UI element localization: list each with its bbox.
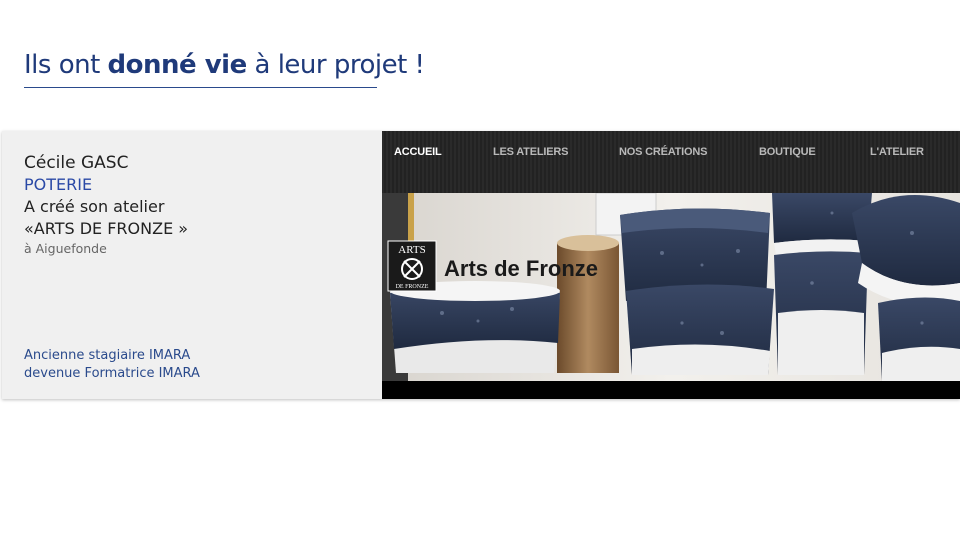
nav-ateliers[interactable]: LES ATELIERS: [493, 146, 568, 158]
website-screenshot: ACCUEIL LES ATELIERS NOS CRÉATIONS BOUTI…: [382, 131, 960, 399]
nav-boutique[interactable]: BOUTIQUE: [759, 146, 816, 158]
title-emphasis: donné vie: [107, 50, 248, 80]
website-footer-bar: [382, 381, 960, 399]
craft-label: POTERIE: [24, 175, 93, 194]
title-suffix: à leur projet !: [246, 50, 425, 80]
profile-info: Cécile GASC POTERIE A créé son atelier «…: [24, 152, 374, 257]
title-underline: [24, 87, 377, 88]
nav-latelier[interactable]: L'ATELIER: [870, 146, 924, 158]
brand-name: Arts de Fronze: [444, 256, 598, 281]
nav-accueil[interactable]: ACCUEIL: [394, 146, 442, 158]
history-line-1: Ancienne stagiaire IMARA: [24, 348, 191, 363]
page-title: Ils ont donné vie à leur projet !: [24, 50, 425, 80]
workshop-line-2: «ARTS DE FRONZE »: [24, 219, 189, 238]
banner-image: ARTS DE FRONZE Arts de Fronze: [382, 193, 960, 381]
profile-card: Cécile GASC POTERIE A créé son atelier «…: [2, 131, 960, 399]
logo-icon: ARTS DE FRONZE: [387, 240, 437, 292]
title-prefix: Ils ont: [24, 50, 108, 80]
workshop-line-1: A créé son atelier: [24, 197, 165, 216]
nav-creations[interactable]: NOS CRÉATIONS: [619, 146, 707, 158]
workshop-location: à Aiguefonde: [24, 241, 107, 256]
history-line-2: devenue Formatrice IMARA: [24, 366, 200, 381]
logo-text-top: ARTS: [398, 244, 425, 256]
website-nav: ACCUEIL LES ATELIERS NOS CRÉATIONS BOUTI…: [382, 131, 960, 193]
artisan-name: Cécile GASC: [24, 153, 129, 173]
logo-text-bottom: DE FRONZE: [396, 284, 429, 290]
profile-history: Ancienne stagiaire IMARA devenue Formatr…: [24, 347, 200, 383]
